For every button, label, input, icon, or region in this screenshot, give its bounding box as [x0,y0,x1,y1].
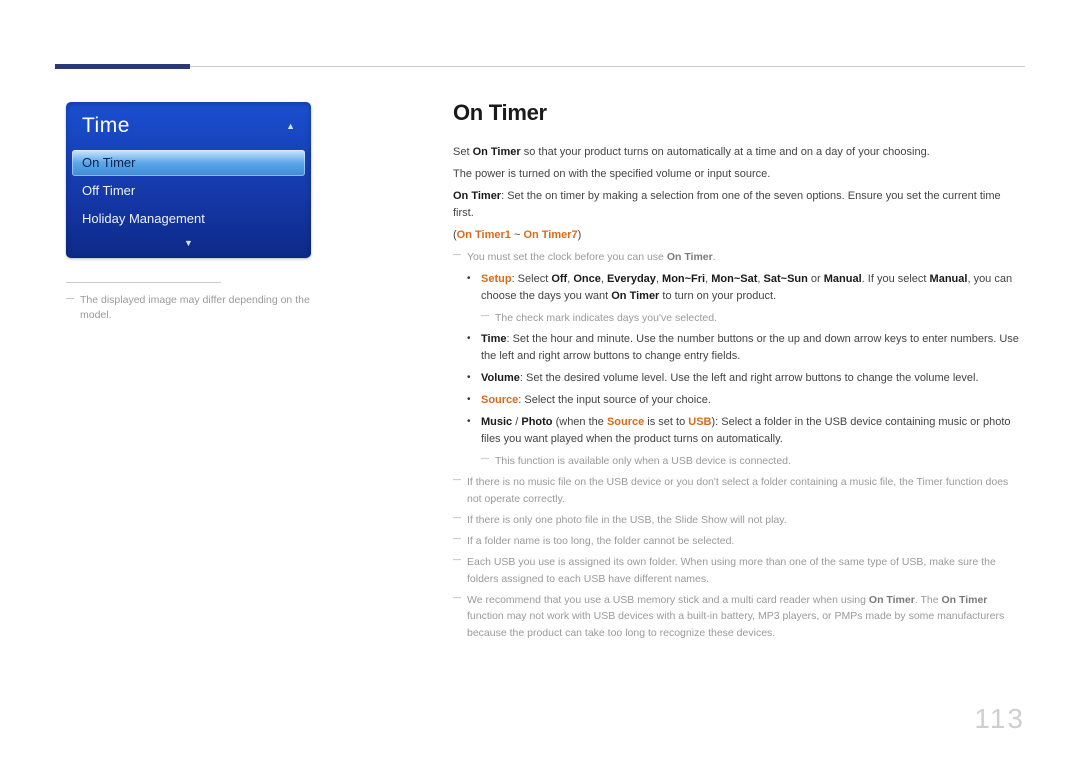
on-timer-definition: On Timer: Set the on timer by making a s… [453,188,1023,222]
header-rule-accent [55,64,190,69]
note-1: If there is no music file on the USB dev… [453,474,1023,507]
usb-only-note: This function is available only when a U… [481,453,1023,469]
content-area: On Timer Set On Timer so that your produ… [453,100,1023,646]
checkmark-note: The check mark indicates days you've sel… [481,310,1023,326]
bold-on-timer: On Timer [473,146,521,158]
option-list: Setup: Select Off, Once, Everyday, Mon~F… [453,271,1023,305]
intro-line-1: Set On Timer so that your product turns … [453,144,1023,161]
menu-item-off-timer[interactable]: Off Timer [72,178,305,204]
menu-item-on-timer[interactable]: On Timer [72,150,305,176]
recommendation-note: We recommend that you use a USB memory s… [453,592,1023,641]
bold-on-timer: On Timer [453,190,501,202]
menu-item-label: Off Timer [82,183,135,198]
model-disclaimer: The displayed image may differ depending… [66,293,311,322]
clock-prereq-note: You must set the clock before you can us… [453,249,1023,265]
option-setup: Setup: Select Off, Once, Everyday, Mon~F… [481,271,1023,305]
timer-range-start: On Timer1 [457,229,511,241]
sidebar: Time ▲ On Timer Off Timer Holiday Manage… [66,102,311,322]
option-list-2: Time: Set the hour and minute. Use the n… [453,331,1023,448]
scroll-up-icon[interactable]: ▲ [286,121,295,131]
note-3: If a folder name is too long, the folder… [453,533,1023,549]
option-volume: Volume: Set the desired volume level. Us… [481,370,1023,387]
timer-range-end: On Timer7 [523,229,577,241]
option-music-photo: Music / Photo (when the Source is set to… [481,414,1023,448]
menu-item-label: Holiday Management [82,211,205,226]
osd-menu-panel: Time ▲ On Timer Off Timer Holiday Manage… [66,102,311,258]
menu-item-holiday-management[interactable]: Holiday Management [72,206,305,232]
option-time: Time: Set the hour and minute. Use the n… [481,331,1023,365]
intro-line-2: The power is turned on with the specifie… [453,166,1023,183]
option-source: Source: Select the input source of your … [481,392,1023,409]
osd-menu-header: Time ▲ [72,108,305,148]
manual-page: Time ▲ On Timer Off Timer Holiday Manage… [0,0,1080,763]
note-2: If there is only one photo file in the U… [453,512,1023,528]
model-disclaimer-text: The displayed image may differ depending… [80,294,310,321]
note-4: Each USB you use is assigned its own fol… [453,554,1023,587]
timer-range: (On Timer1 ~ On Timer7) [453,227,1023,244]
body-text: Set On Timer so that your product turns … [453,144,1023,641]
page-number: 113 [974,703,1025,735]
menu-item-label: On Timer [82,155,135,170]
scroll-down-icon[interactable]: ▼ [72,238,305,248]
header-rule [55,66,1025,67]
osd-menu-title: Time [82,114,130,138]
sidebar-separator [66,282,221,283]
section-title: On Timer [453,100,1023,126]
